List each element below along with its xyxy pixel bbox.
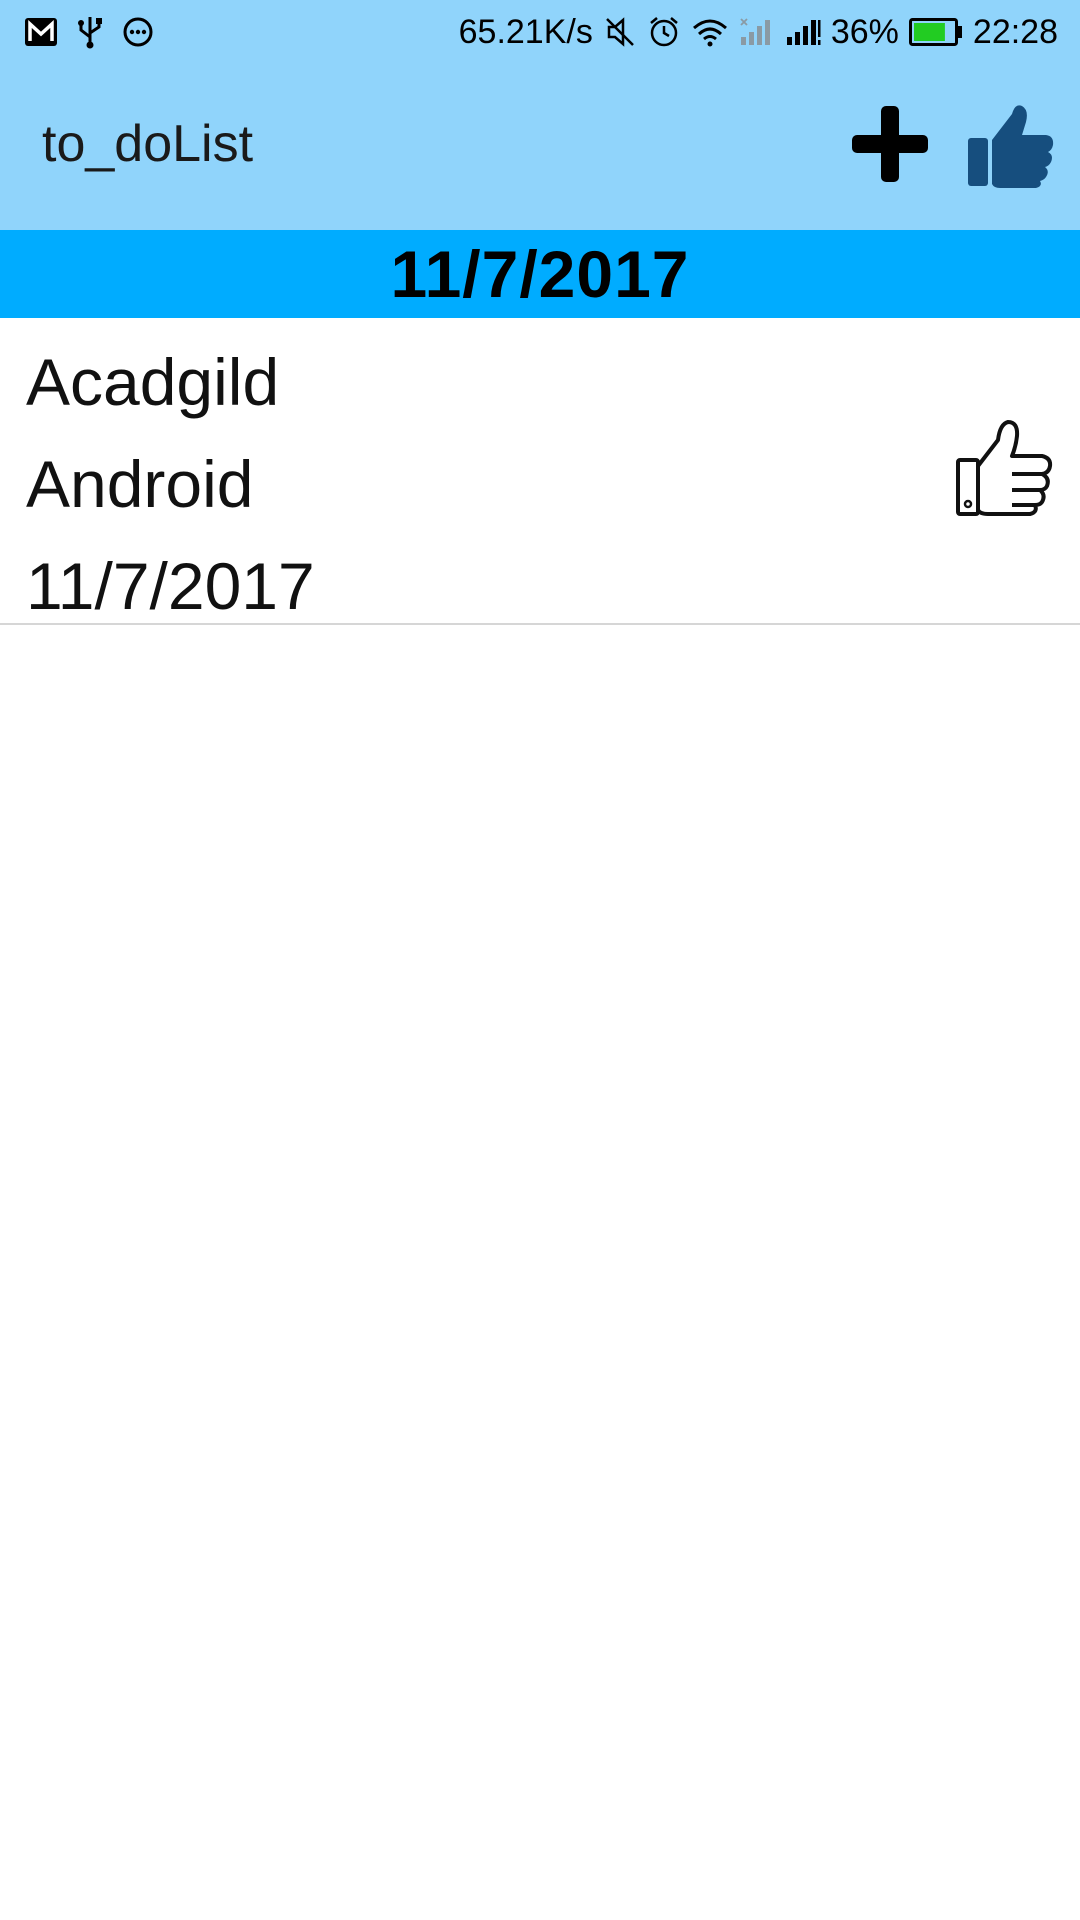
app-title: to_doList [42, 115, 254, 173]
chat-icon [122, 16, 154, 48]
wifi-icon [691, 17, 729, 47]
todo-date: 11/7/2017 [26, 549, 315, 623]
thumbs-up-icon [968, 105, 1054, 188]
add-icon [852, 106, 928, 182]
date-section-header: 11/7/2017 [0, 230, 1080, 318]
todo-thumbs-up-button[interactable] [954, 418, 1054, 518]
status-time: 22:28 [972, 12, 1058, 51]
alarm-icon [647, 15, 681, 49]
status-bar: 65.21K/s 36% 22:28 [0, 0, 1080, 64]
gmail-icon [24, 17, 58, 47]
signal-no-sim-icon [739, 17, 775, 47]
battery-icon [908, 17, 963, 47]
status-right-icons: 65.21K/s 36% 22:28 [459, 13, 1058, 52]
thumbs-up-outline-icon [956, 420, 1053, 516]
status-left-icons [24, 15, 154, 49]
mute-icon [603, 15, 637, 49]
signal-icon [785, 17, 821, 47]
date-header-label: 11/7/2017 [390, 237, 690, 311]
add-button[interactable] [848, 102, 932, 186]
thumbs-up-button[interactable] [966, 100, 1056, 190]
todo-title: Acadgild [26, 345, 280, 419]
network-speed: 65.21K/s [458, 12, 593, 51]
todo-description: Android [26, 447, 254, 521]
battery-percent: 36% [830, 12, 899, 51]
app-bar: to_doList [0, 64, 1080, 230]
usb-icon [76, 15, 104, 49]
todo-list-item[interactable]: Acadgild Android 11/7/2017 [0, 318, 1080, 625]
